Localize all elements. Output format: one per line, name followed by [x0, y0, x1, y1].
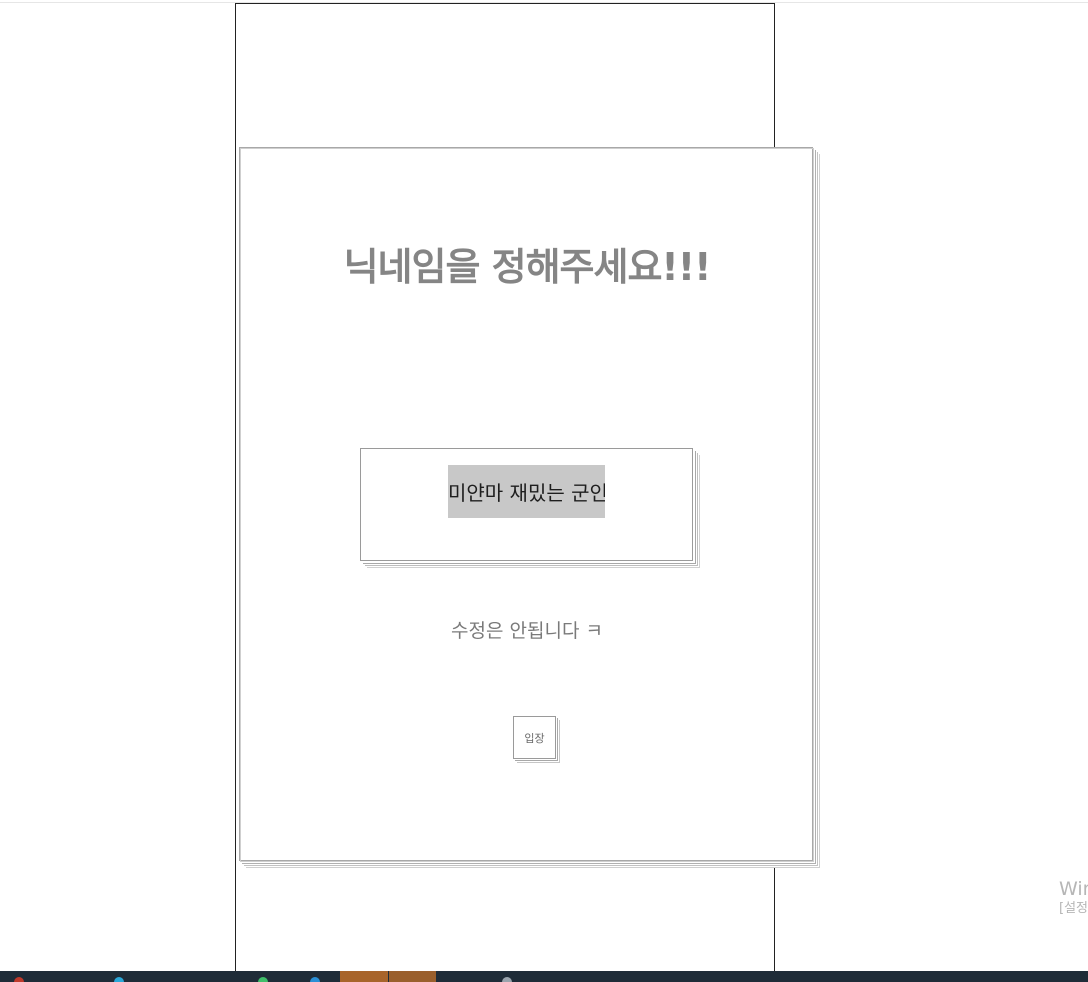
activation-watermark: Win [설정	[1059, 878, 1088, 918]
store-icon[interactable]	[258, 977, 268, 982]
watermark-title: Win	[1059, 878, 1088, 900]
app-icon[interactable]	[340, 971, 388, 982]
notice-text: 수정은 안됩니다 ㅋ	[451, 620, 603, 642]
page-title: 닉네임을 정해주세요!!!	[343, 245, 712, 289]
nickname-box	[360, 448, 693, 561]
folder-icon[interactable]	[389, 971, 436, 982]
chat-icon[interactable]	[310, 977, 320, 982]
nickname-card: 닉네임을 정해주세요!!! 수정은 안됩니다 ㅋ 입장	[239, 147, 813, 861]
search-icon[interactable]	[502, 977, 512, 982]
taskbar	[0, 971, 1088, 982]
browser-icon[interactable]	[14, 977, 24, 982]
edge-icon[interactable]	[114, 977, 124, 982]
watermark-subtitle: [설정	[1059, 901, 1088, 916]
nickname-input[interactable]	[448, 465, 605, 518]
enter-button[interactable]: 입장	[513, 716, 556, 759]
